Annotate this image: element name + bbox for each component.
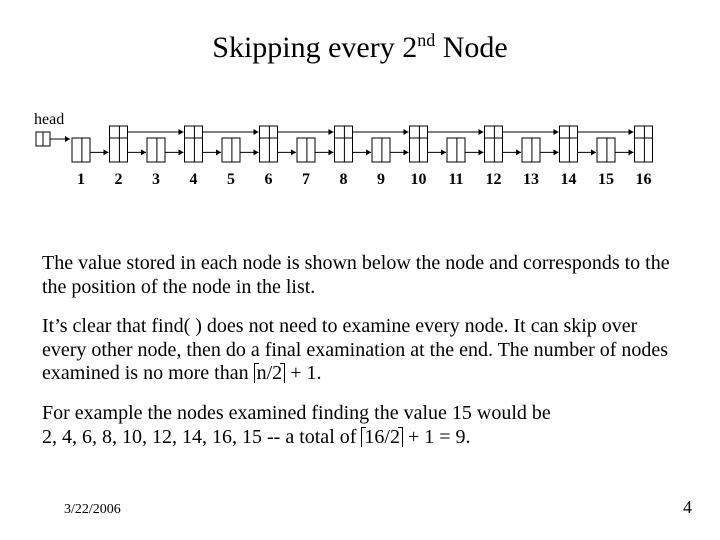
svg-text:6: 6 — [265, 171, 273, 188]
linked-list-diagram: head12345678910111213141516 — [34, 110, 674, 210]
title-sup: nd — [417, 30, 435, 50]
linked-list-svg: head12345678910111213141516 — [34, 110, 674, 210]
svg-text:15: 15 — [598, 171, 614, 188]
title-suffix: Node — [435, 31, 507, 64]
slide: Skipping every 2nd Node head123456789101… — [0, 0, 720, 540]
paragraph-1: The value stored in each node is shown b… — [42, 252, 682, 299]
svg-text:10: 10 — [411, 171, 427, 188]
svg-text:5: 5 — [227, 171, 235, 188]
svg-text:8: 8 — [340, 171, 348, 188]
ceiling-expr-2: 16/2 — [361, 427, 403, 447]
ceiling-expr-1: n/2 — [254, 363, 286, 383]
svg-text:head: head — [34, 111, 64, 128]
title-prefix: Skipping every 2 — [212, 31, 417, 64]
paragraph-3: For example the nodes examined finding t… — [42, 402, 682, 449]
svg-text:14: 14 — [561, 171, 577, 188]
svg-text:3: 3 — [152, 171, 160, 188]
svg-text:2: 2 — [115, 171, 123, 188]
svg-text:7: 7 — [302, 171, 310, 188]
svg-text:16: 16 — [636, 171, 652, 188]
svg-text:9: 9 — [377, 171, 385, 188]
body-text: The value stored in each node is shown b… — [42, 252, 682, 465]
svg-text:4: 4 — [190, 171, 198, 188]
footer-page-number: 4 — [683, 497, 692, 518]
svg-text:1: 1 — [77, 171, 85, 188]
slide-title: Skipping every 2nd Node — [0, 30, 720, 65]
footer-date: 3/22/2006 — [64, 502, 121, 518]
svg-text:12: 12 — [486, 171, 502, 188]
svg-text:13: 13 — [523, 171, 539, 188]
paragraph-2: It’s clear that find( ) does not need to… — [42, 315, 682, 386]
svg-text:11: 11 — [448, 171, 463, 188]
